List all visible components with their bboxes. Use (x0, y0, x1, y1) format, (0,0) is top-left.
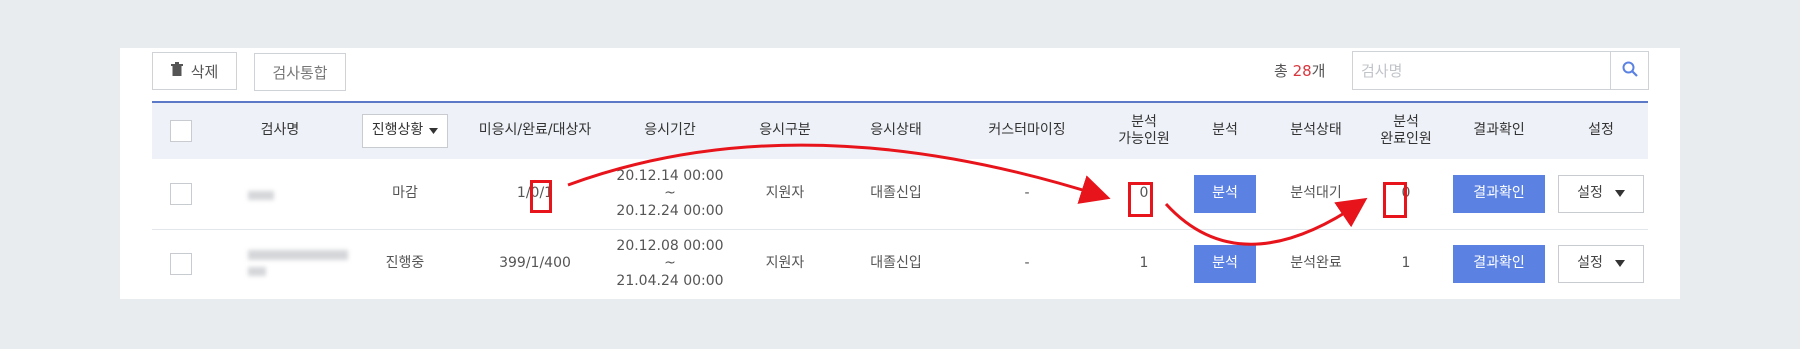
counts-value: 399/1/400 (499, 255, 571, 272)
col-result: 결과확인 (1473, 122, 1525, 139)
analyze-button[interactable]: 분석 (1194, 245, 1256, 283)
progress-value: 마감 (392, 185, 418, 202)
settings-dropdown[interactable]: 설정 (1558, 175, 1644, 213)
col-settings: 설정 (1588, 122, 1614, 139)
table-row: 마감 1/0/1 20.12.14 00:00 ~20.12.24 00:00 … (152, 159, 1648, 230)
analyzable-value: 1 (1139, 255, 1149, 272)
merge-exams-button[interactable]: 검사통합 (254, 53, 346, 91)
period-value: 20.12.08 00:00 ~21.04.24 00:00 (616, 237, 724, 289)
status-value: 대졸신입 (870, 185, 922, 202)
table-header: 검사명 진행상황 미응시/완료/대상자 응시기간 응시구분 응시상태 커스터마이… (152, 101, 1648, 159)
view-result-button[interactable]: 결과확인 (1453, 175, 1545, 213)
delete-label: 삭제 (190, 62, 219, 81)
type-value: 지원자 (765, 255, 805, 272)
caret-down-icon (1614, 185, 1625, 203)
exam-name-redacted (210, 230, 350, 298)
row-checkbox[interactable] (170, 183, 192, 205)
annotation-box-analyzable (1128, 182, 1153, 217)
search-icon (1622, 61, 1638, 81)
analysis-status-value: 분석완료 (1290, 255, 1342, 272)
period-value: 20.12.14 00:00 ~20.12.24 00:00 (616, 167, 724, 219)
table-row: 진행중 399/1/400 20.12.08 00:00 ~21.04.24 0… (152, 230, 1648, 298)
col-analyzable: 분석 가능인원 (1118, 113, 1170, 148)
view-result-button[interactable]: 결과확인 (1453, 245, 1545, 283)
col-analysis-status: 분석상태 (1290, 122, 1342, 139)
custom-value: - (1024, 255, 1030, 272)
col-name: 검사명 (260, 122, 300, 139)
search-input[interactable] (1353, 52, 1610, 89)
search-button[interactable] (1610, 52, 1648, 89)
settings-dropdown[interactable]: 설정 (1558, 245, 1644, 283)
total-count-value: 28 (1292, 62, 1312, 80)
col-analyzed: 분석 완료인원 (1380, 113, 1432, 148)
custom-value: - (1024, 185, 1030, 202)
exam-name-redacted (210, 159, 350, 229)
annotation-box-counts (530, 180, 552, 213)
analysis-status-value: 분석대기 (1290, 185, 1342, 202)
analyzed-value: 1 (1401, 255, 1411, 272)
trash-icon (170, 62, 183, 80)
delete-button[interactable]: 삭제 (152, 52, 237, 90)
exam-list-panel: 삭제 검사통합 총 28개 검사명 진행상황 미응시/완료/대상자 응시기간 응… (120, 48, 1680, 299)
col-type: 응시구분 (759, 122, 811, 139)
status-value: 대졸신입 (870, 255, 922, 272)
analyze-button[interactable]: 분석 (1194, 175, 1256, 213)
progress-value: 진행중 (385, 255, 425, 272)
col-custom: 커스터마이징 (988, 122, 1066, 139)
type-value: 지원자 (765, 185, 805, 202)
row-checkbox[interactable] (170, 253, 192, 275)
caret-down-icon (429, 122, 439, 140)
col-status: 응시상태 (870, 122, 922, 139)
annotation-box-analyzed (1383, 182, 1407, 218)
exam-table: 검사명 진행상황 미응시/완료/대상자 응시기간 응시구분 응시상태 커스터마이… (152, 101, 1648, 298)
select-all-checkbox[interactable] (170, 120, 192, 142)
col-period: 응시기간 (644, 122, 696, 139)
col-counts: 미응시/완료/대상자 (478, 122, 592, 139)
caret-down-icon (1614, 255, 1625, 273)
progress-filter-dropdown[interactable]: 진행상황 (362, 114, 448, 148)
search-box (1352, 51, 1649, 90)
col-analyze: 분석 (1212, 122, 1238, 139)
total-count: 총 28개 (1274, 62, 1326, 80)
